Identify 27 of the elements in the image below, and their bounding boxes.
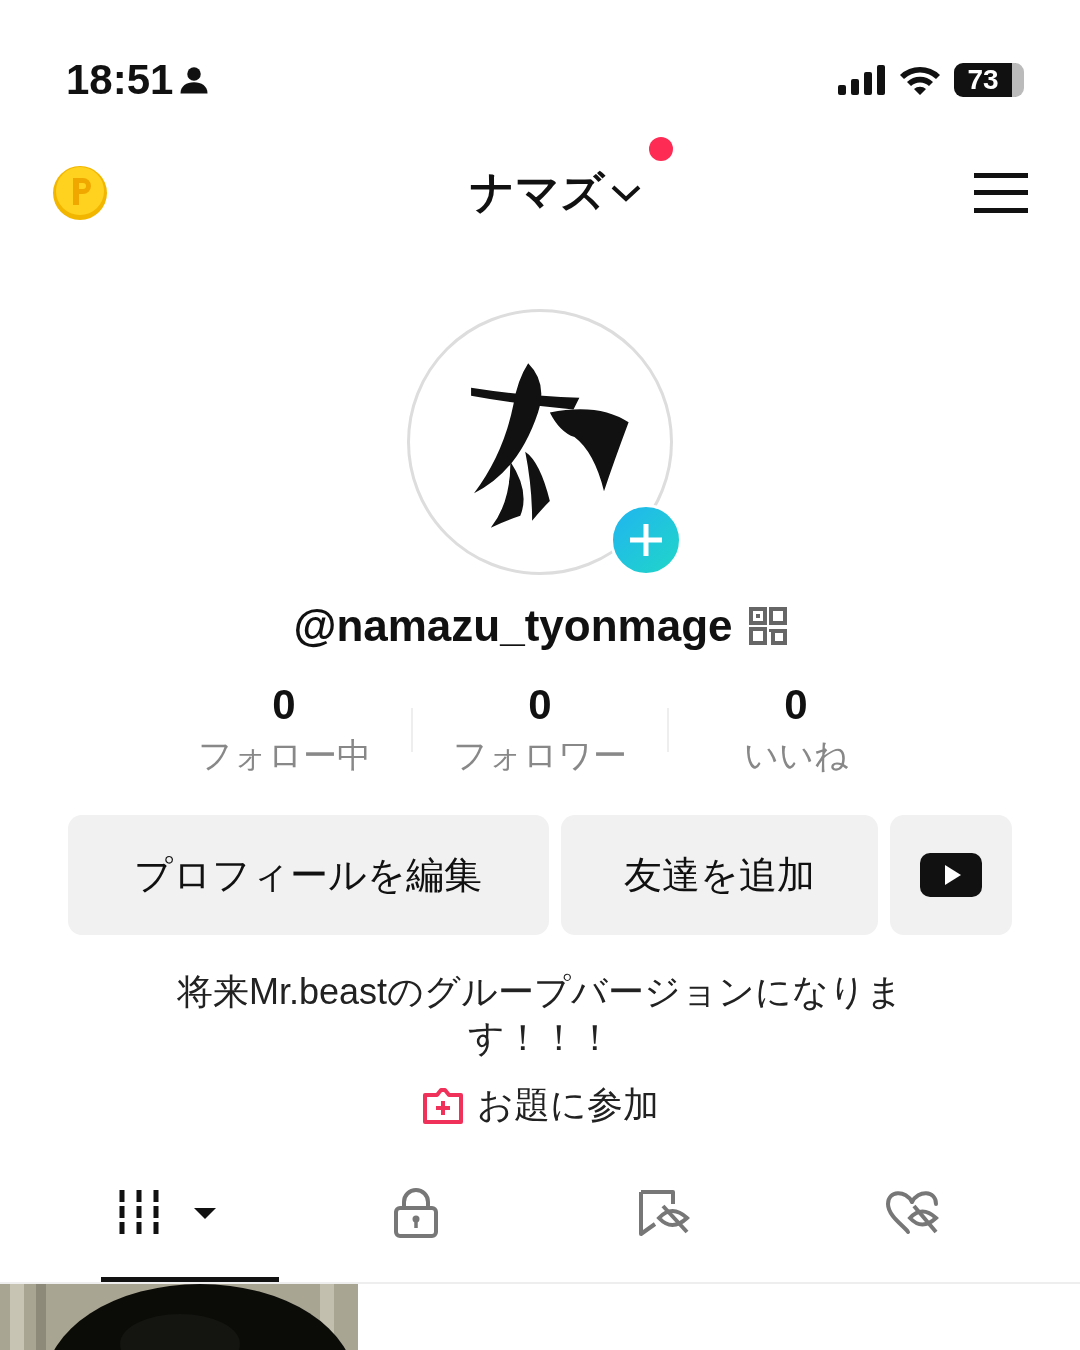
status-time: 18:51 [66, 56, 174, 104]
person-icon [179, 65, 210, 95]
add-friends-button[interactable]: 友達を追加 [560, 815, 879, 935]
edit-profile-button[interactable]: プロフィールを編集 [68, 815, 549, 935]
qr-code-icon[interactable] [748, 607, 787, 645]
wifi-icon [898, 64, 942, 96]
lock-icon [393, 1188, 439, 1238]
stat-count[interactable]: 0 [528, 681, 552, 729]
add-folder-icon [421, 1086, 465, 1125]
menu-icon[interactable] [974, 172, 1028, 213]
stat-label[interactable]: フォロー中 [197, 733, 371, 779]
plus-icon [628, 522, 664, 558]
bookmark-hidden-icon [637, 1188, 691, 1238]
username: @namazu_tyonmage [293, 601, 733, 651]
signal-icon [838, 65, 886, 95]
play-icon [920, 853, 983, 897]
account-title[interactable]: ナマズ [469, 163, 605, 222]
stat-label[interactable]: いいね [743, 733, 849, 779]
heart-hidden-icon [884, 1188, 940, 1236]
stat-count[interactable]: 0 [784, 681, 808, 729]
grid-icon [118, 1188, 218, 1234]
stat-count[interactable]: 0 [272, 681, 296, 729]
battery-indicator: 73 [954, 63, 1024, 97]
join-challenge-link[interactable]: お題に参加 [421, 1081, 659, 1130]
youtube-button[interactable] [890, 815, 1012, 935]
stat-label[interactable]: フォロワー [453, 733, 627, 779]
bio-text: 将来Mr.beastのグループバージョンになります！！！ [175, 970, 905, 1060]
